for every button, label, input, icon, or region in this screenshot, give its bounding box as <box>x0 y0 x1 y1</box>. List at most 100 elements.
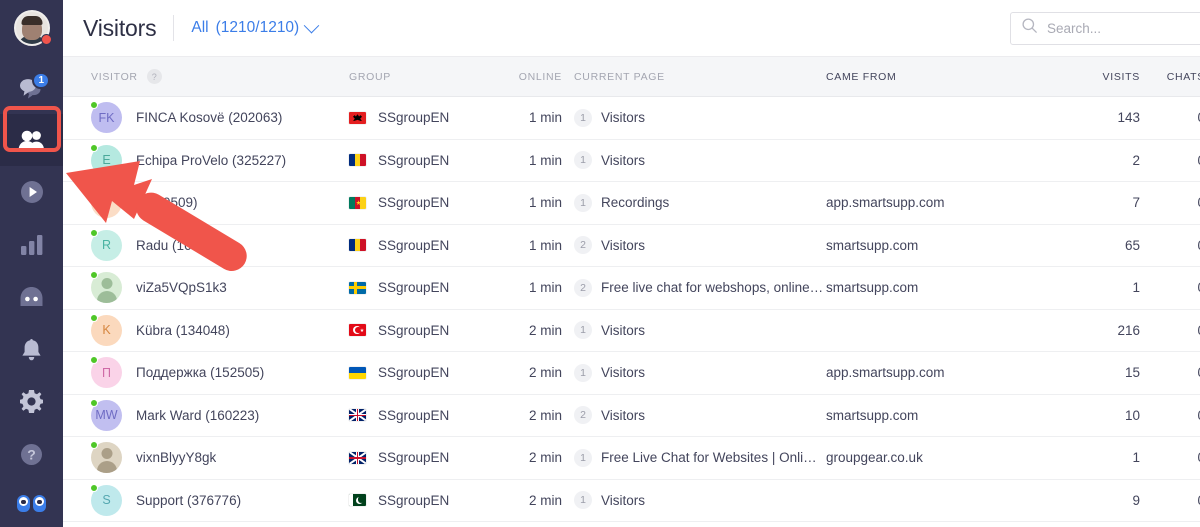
country-flag-icon <box>349 409 366 422</box>
cell-group: SSgroupEN <box>349 408 504 423</box>
country-flag-icon <box>349 196 366 209</box>
smartsupp-visitors-app: 1 ? Visitors All (1210/1210) Search... V… <box>0 0 1200 527</box>
table-row[interactable]: E Echipa ProVelo (325227) SSgroupEN 1 min 1 V… <box>63 139 1200 182</box>
smartsupp-eyes-logo[interactable] <box>0 480 63 527</box>
cell-group: SSgroupEN <box>349 365 504 380</box>
column-header-online: ONLINE <box>518 70 562 83</box>
cell-current-page: 1 Visitors <box>562 108 824 127</box>
online-status-dot <box>90 313 98 322</box>
sidebar-item-recordings[interactable] <box>0 166 63 218</box>
cell-online: 2 min <box>528 365 562 381</box>
column-header-current-page: CURRENT PAGE <box>574 70 665 83</box>
visitor-name: Kübra (134048) <box>136 322 230 338</box>
online-status-dot <box>90 483 98 492</box>
cell-online: 1 min <box>528 152 562 168</box>
cell-visitor[interactable]: S Support (376776) <box>63 483 349 516</box>
visitor-name: FINCA Kosovë (202063) <box>136 110 283 126</box>
sidebar-item-notifications[interactable] <box>0 323 63 375</box>
table-row[interactable]: S Support (376776) SSgroupEN 2 min 1 Visitors… <box>63 479 1200 522</box>
page-count-badge: 2 <box>574 406 592 425</box>
search-box[interactable] <box>1010 11 1200 45</box>
page-count-badge: 2 <box>574 236 592 255</box>
table-row[interactable]: vixnBlyyY8gk SSgroupEN 2 min 1 Free Live Cha… <box>63 437 1200 480</box>
visitor-avatar-wrap <box>90 271 122 304</box>
group-name: SSgroupEN <box>378 195 450 211</box>
cell-visits: 10 <box>1124 407 1140 423</box>
visitor-name: viZa5VQpS1k3 <box>136 280 227 296</box>
cell-visitor[interactable]: K Kübra (134048) <box>63 313 349 346</box>
cell-visitor[interactable]: П Поддержка (152505) <box>63 356 349 389</box>
sidebar-item-help[interactable]: ? <box>0 428 63 480</box>
cell-current-page: 2 Visitors <box>562 406 824 425</box>
cell-group: SSgroupEN <box>349 493 504 508</box>
sidebar-item-settings[interactable] <box>0 376 63 428</box>
cell-came-from: smartsupp.com <box>826 237 919 253</box>
filter-count: (1210/1210) <box>215 19 300 36</box>
cell-current-page: 2 Free live chat for webshops, online sto… <box>562 278 824 297</box>
group-name: SSgroupEN <box>378 365 450 381</box>
sidebar-item-visitors[interactable] <box>0 113 63 167</box>
search-input[interactable] <box>1047 20 1200 36</box>
group-name: SSgroupEN <box>378 450 450 466</box>
visitor-help-icon[interactable]: ? <box>146 69 162 84</box>
visitor-name: Support (376776) <box>136 492 242 508</box>
online-status-dot <box>90 228 98 237</box>
sidebar-item-chats[interactable]: 1 <box>0 61 63 113</box>
cell-visitor[interactable]: E Echipa ProVelo (325227) <box>63 143 349 176</box>
cell-group: SSgroupEN <box>349 195 504 210</box>
current-page-label: Visitors <box>601 152 646 168</box>
status-badge[interactable] <box>41 34 52 46</box>
visitor-avatar-wrap: R <box>90 228 122 261</box>
current-page-label: Visitors <box>601 322 646 338</box>
cell-chats: 0 <box>1140 153 1200 168</box>
column-header-came-from: CAME FROM <box>826 70 897 83</box>
table-row[interactable]: viZa5VQpS1k3 SSgroupEN 1 min 2 Free live cha… <box>63 267 1200 310</box>
main-sidebar: 1 ? <box>0 0 63 527</box>
cell-visitor[interactable]: St (239509) <box>63 186 349 219</box>
avatar-hair <box>21 15 42 25</box>
cell-online: 2 min <box>528 322 562 338</box>
table-row[interactable]: FK FINCA Kosovë (202063) SSgroupEN 1 min 1 Vi… <box>63 97 1200 140</box>
table-row[interactable]: K Kübra (134048) SSgroupEN 2 min 1 Visitors 21… <box>63 309 1200 352</box>
table-row[interactable]: П Поддержка (152505) SSgroupEN 2 min 1 Visito… <box>63 352 1200 395</box>
column-label-visitor: VISITOR <box>91 70 138 83</box>
visitor-filter-dropdown[interactable]: All (1210/1210) <box>191 17 320 37</box>
gear-settings-icon <box>20 390 43 414</box>
page-count-badge: 2 <box>574 278 592 297</box>
chatbot-icon <box>19 286 44 308</box>
table-row[interactable]: St (239509) SSgroupEN 1 min 1 Recordings app.… <box>63 182 1200 225</box>
cell-group: SSgroupEN <box>349 450 504 465</box>
statistics-bar-chart-icon <box>20 234 43 255</box>
cell-visitor[interactable]: vixnBlyyY8gk <box>63 441 349 474</box>
cell-visitor[interactable]: FK FINCA Kosovë (202063) <box>63 101 349 134</box>
logo-eye-right <box>33 495 46 513</box>
country-flag-icon <box>349 366 366 379</box>
group-name: SSgroupEN <box>378 110 450 126</box>
cell-came-from: app.smartsupp.com <box>826 195 945 211</box>
table-row[interactable]: R Radu (16849 SSgroupEN 1 min 2 Visitors smart… <box>63 224 1200 267</box>
current-page-label: Visitors <box>601 492 646 508</box>
cell-chats: 0 <box>1140 323 1200 338</box>
cell-visitor[interactable]: R Radu (16849 <box>63 228 349 261</box>
cell-visitor[interactable]: viZa5VQpS1k3 <box>63 271 349 304</box>
sidebar-item-statistics[interactable] <box>0 218 63 270</box>
sidebar-profile[interactable] <box>0 0 63 55</box>
cell-chats: 0 <box>1140 110 1200 125</box>
cell-visits: 15 <box>1124 365 1140 381</box>
visitor-name: Поддержка (152505) <box>136 365 265 381</box>
logo-eye-left <box>17 495 30 513</box>
cell-visitor[interactable]: MW Mark Ward (160223) <box>63 398 349 431</box>
country-flag-icon <box>349 324 366 337</box>
visitor-name: t (239509) <box>136 195 198 211</box>
group-name: SSgroupEN <box>378 492 450 508</box>
cell-online: 1 min <box>528 195 562 211</box>
chevron-down-icon <box>303 17 320 33</box>
cell-current-page: 1 Visitors <box>562 363 824 382</box>
country-flag-icon <box>349 494 366 507</box>
current-page-label: Free Live Chat for Websites | Online Cha… <box>601 450 824 466</box>
cell-online: 1 min <box>528 237 562 253</box>
cell-current-page: 1 Recordings <box>562 193 824 212</box>
sidebar-item-chatbots[interactable] <box>0 271 63 323</box>
table-row[interactable]: MW Mark Ward (160223) SSgroupEN 2 min 2 Visit… <box>63 394 1200 437</box>
column-header-visits: VISITS <box>1102 70 1140 83</box>
